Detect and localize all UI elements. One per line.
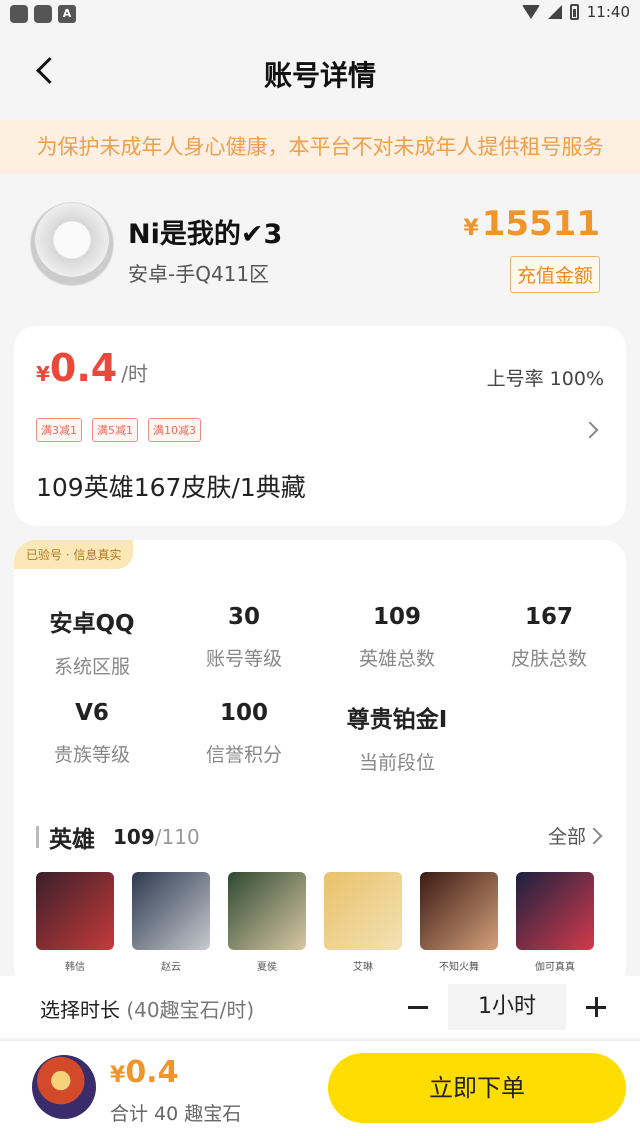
hero-item[interactable]: 夏侯	[228, 872, 306, 973]
stat-label: 当前段位	[358, 752, 435, 774]
signal-icon	[547, 5, 562, 19]
stat-rank: 尊贵铂金I 当前段位	[327, 700, 467, 775]
stat-noble-level: V6 贵族等级	[22, 700, 162, 767]
coupon-tag: 满3减1	[36, 418, 82, 442]
stat-label: 英雄总数	[358, 648, 435, 670]
order-bar: ¥0.4 合计 40 趣宝石 立即下单	[0, 1040, 640, 1136]
stat-label: 系统区服	[53, 656, 130, 678]
stat-server: 安卓QQ 系统区服	[22, 604, 162, 679]
stat-value: V6	[75, 700, 109, 726]
chevron-right-icon[interactable]	[581, 421, 599, 439]
duration-label-text: 选择时长	[40, 998, 120, 1022]
stat-value: 尊贵铂金I	[346, 707, 448, 733]
order-price: ¥0.4	[110, 1055, 178, 1090]
nav-bar: 账号详情	[0, 28, 640, 118]
stat-label: 皮肤总数	[510, 648, 587, 670]
status-notifications: A	[10, 5, 76, 23]
recharge-amount-badge: 充值金额	[509, 256, 600, 293]
recharge-amount-value: 15511	[481, 204, 600, 244]
rental-price-card: ¥0.4/时 上号率 100% 满3减1 满5减1 满10减3 109英雄167…	[14, 326, 626, 526]
increase-duration-button[interactable]	[582, 994, 610, 1020]
hero-item[interactable]: 伽可真真	[516, 872, 594, 973]
status-time: 11:40	[586, 3, 630, 21]
duration-rate: (40趣宝石/时)	[120, 998, 255, 1022]
minor-protection-notice: 为保护未成年人身心健康，本平台不对未成年人提供租号服务	[0, 120, 640, 174]
section-marker	[36, 826, 39, 848]
notification-icon	[34, 5, 52, 23]
hero-portrait	[420, 872, 498, 950]
hero-name: 艾琳	[353, 962, 373, 973]
stat-value: 30	[227, 604, 260, 630]
hero-portrait	[516, 872, 594, 950]
hourly-price-unit: /时	[121, 362, 148, 386]
place-order-button[interactable]: 立即下单	[328, 1053, 626, 1123]
coupon-tag: 满10减3	[148, 418, 201, 442]
battery-icon	[569, 4, 579, 20]
stat-value: 安卓QQ	[49, 611, 135, 637]
hero-name: 韩信	[65, 962, 85, 973]
currency-symbol: ¥	[463, 216, 479, 241]
hero-portrait	[36, 872, 114, 950]
hero-name: 夏侯	[257, 962, 277, 973]
hero-item[interactable]: 韩信	[36, 872, 114, 973]
duration-selector: 选择时长 (40趣宝石/时) 1小时	[0, 976, 640, 1038]
account-avatar	[30, 202, 114, 286]
wifi-icon	[521, 5, 540, 19]
stat-account-level: 30 账号等级	[174, 604, 314, 671]
currency-symbol: ¥	[36, 362, 50, 386]
heroes-total-count: /110	[154, 825, 200, 849]
duration-label: 选择时长 (40趣宝石/时)	[40, 994, 254, 1023]
chevron-right-icon[interactable]	[585, 827, 603, 845]
hero-name: 不知火舞	[439, 962, 479, 973]
stat-credit-score: 100 信誉积分	[174, 700, 314, 767]
account-summary: 109英雄167皮肤/1典藏	[36, 473, 306, 502]
recharge-amount: ¥15511	[463, 204, 600, 244]
hero-item[interactable]: 艾琳	[324, 872, 402, 973]
login-rate: 上号率 100%	[486, 368, 604, 390]
hero-portrait	[132, 872, 210, 950]
hero-avatar	[32, 1055, 96, 1119]
account-region: 安卓-手Q411区	[128, 262, 270, 286]
stat-label: 贵族等级	[53, 744, 130, 766]
decrease-duration-button[interactable]	[404, 994, 432, 1020]
status-system: 11:40	[521, 3, 630, 21]
page-title: 账号详情	[263, 59, 376, 92]
heroes-title: 英雄	[49, 827, 95, 853]
stat-label: 账号等级	[205, 648, 282, 670]
order-price-value: 0.4	[125, 1055, 179, 1090]
account-header: Ni是我的✔3 安卓-手Q411区 ¥15511 充值金额	[0, 174, 640, 324]
status-bar: A 11:40	[0, 0, 640, 28]
hero-portrait	[228, 872, 306, 950]
notification-icon	[10, 5, 28, 23]
hero-item[interactable]: 不知火舞	[420, 872, 498, 973]
verified-badge: 已验号 · 信息真实	[14, 540, 134, 569]
stat-value: 100	[219, 700, 268, 726]
stat-value: 167	[524, 604, 573, 630]
hourly-price: ¥0.4/时	[36, 346, 148, 390]
hero-name: 伽可真真	[535, 962, 575, 973]
stat-value: 109	[372, 604, 421, 630]
stat-hero-count: 109 英雄总数	[327, 604, 467, 671]
hourly-price-value: 0.4	[49, 346, 118, 390]
hero-list: 韩信 赵云 夏侯 艾琳 不知火舞 伽可真真	[36, 872, 594, 973]
hero-name: 赵云	[161, 962, 181, 973]
hero-item[interactable]: 赵云	[132, 872, 210, 973]
coupon-list[interactable]: 满3减1 满5减1 满10减3	[36, 418, 201, 442]
order-total: 合计 40 趣宝石	[110, 1103, 242, 1125]
heroes-header: 英雄 109/110	[36, 820, 200, 854]
coupon-tag: 满5减1	[92, 418, 138, 442]
account-info-card: 已验号 · 信息真实 安卓QQ 系统区服 30 账号等级 109 英雄总数 16…	[14, 540, 626, 990]
heroes-view-all[interactable]: 全部	[548, 822, 586, 849]
stat-skin-count: 167 皮肤总数	[479, 604, 619, 671]
heroes-owned-count: 109	[113, 825, 155, 849]
hero-portrait	[324, 872, 402, 950]
account-name: Ni是我的✔3	[128, 219, 283, 250]
duration-value[interactable]: 1小时	[448, 984, 566, 1030]
notification-a-icon: A	[58, 5, 76, 23]
currency-symbol: ¥	[110, 1063, 126, 1088]
stat-label: 信誉积分	[205, 744, 282, 766]
